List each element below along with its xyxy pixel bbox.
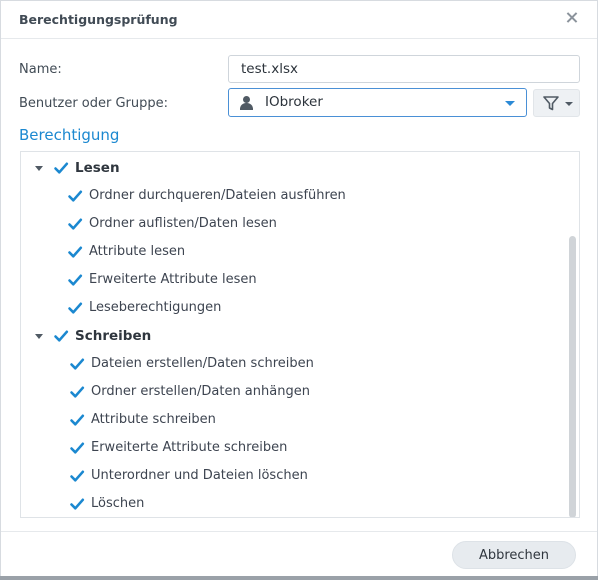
item-checkbox[interactable]: [69, 412, 85, 428]
dialog-title: Berechtigungsprüfung: [19, 12, 178, 27]
tree-item-label: Löschen: [91, 496, 145, 511]
close-icon[interactable]: [563, 9, 581, 27]
item-checkbox[interactable]: [69, 384, 85, 400]
tree-item-label: Dateien erstellen/Daten schreiben: [91, 356, 314, 371]
section-title: Berechtigung: [19, 126, 120, 144]
tree-item-label: Erweiterte Attribute lesen: [89, 272, 257, 287]
item-checkbox[interactable]: [69, 468, 85, 484]
name-value: test.xlsx: [241, 61, 298, 77]
tree-item-label: Ordner durchqueren/Dateien ausführen: [89, 188, 346, 203]
item-checkbox[interactable]: [67, 300, 83, 316]
tree-item-label: Ordner auflisten/Daten lesen: [89, 216, 277, 231]
item-checkbox[interactable]: [67, 188, 83, 204]
user-or-group-label: Benutzer oder Gruppe:: [19, 96, 169, 111]
name-field[interactable]: test.xlsx: [228, 55, 580, 83]
tree-item-label: Ordner erstellen/Daten anhängen: [91, 384, 310, 399]
window-edge: [0, 576, 598, 580]
group-checkbox[interactable]: [53, 328, 69, 344]
cancel-button[interactable]: Abbrechen: [452, 541, 576, 569]
user-or-group-value: IObroker: [265, 94, 323, 110]
tree-item-label: Leseberechtigungen: [89, 300, 222, 315]
item-checkbox[interactable]: [67, 216, 83, 232]
tree-item-label: Attribute schreiben: [91, 412, 216, 427]
item-checkbox[interactable]: [67, 244, 83, 260]
tree-item-label: Erweiterte Attribute schreiben: [91, 440, 288, 455]
expand-arrow-icon[interactable]: [35, 334, 43, 339]
dropdown-caret-icon[interactable]: [505, 101, 515, 106]
cancel-button-label: Abbrechen: [478, 548, 550, 563]
expand-arrow-icon[interactable]: [35, 166, 43, 171]
user-icon: [239, 96, 255, 110]
item-checkbox[interactable]: [69, 496, 85, 512]
tree-item-label: Unterordner und Dateien löschen: [91, 468, 308, 483]
permission-check-dialog: Berechtigungsprüfung Name: test.xlsx Ben…: [0, 0, 598, 580]
tree-group-label: Schreiben: [75, 328, 152, 344]
user-or-group-combobox[interactable]: IObroker: [228, 88, 527, 117]
footer-divider: [1, 531, 597, 532]
filter-button[interactable]: [533, 89, 580, 117]
item-checkbox[interactable]: [67, 272, 83, 288]
group-checkbox[interactable]: [53, 160, 69, 176]
item-checkbox[interactable]: [69, 356, 85, 372]
tree-group-label: Lesen: [75, 160, 120, 176]
filter-caret-icon: [565, 102, 573, 106]
permission-tree[interactable]: Lesen Ordner durchqueren/Dateien ausführe…: [20, 151, 580, 518]
filter-icon: [543, 96, 559, 111]
tree-scrollbar[interactable]: [569, 236, 576, 517]
dialog-titlebar: Berechtigungsprüfung: [1, 1, 597, 39]
item-checkbox[interactable]: [69, 440, 85, 456]
tree-item-label: Attribute lesen: [89, 244, 186, 259]
name-label: Name:: [19, 62, 62, 77]
